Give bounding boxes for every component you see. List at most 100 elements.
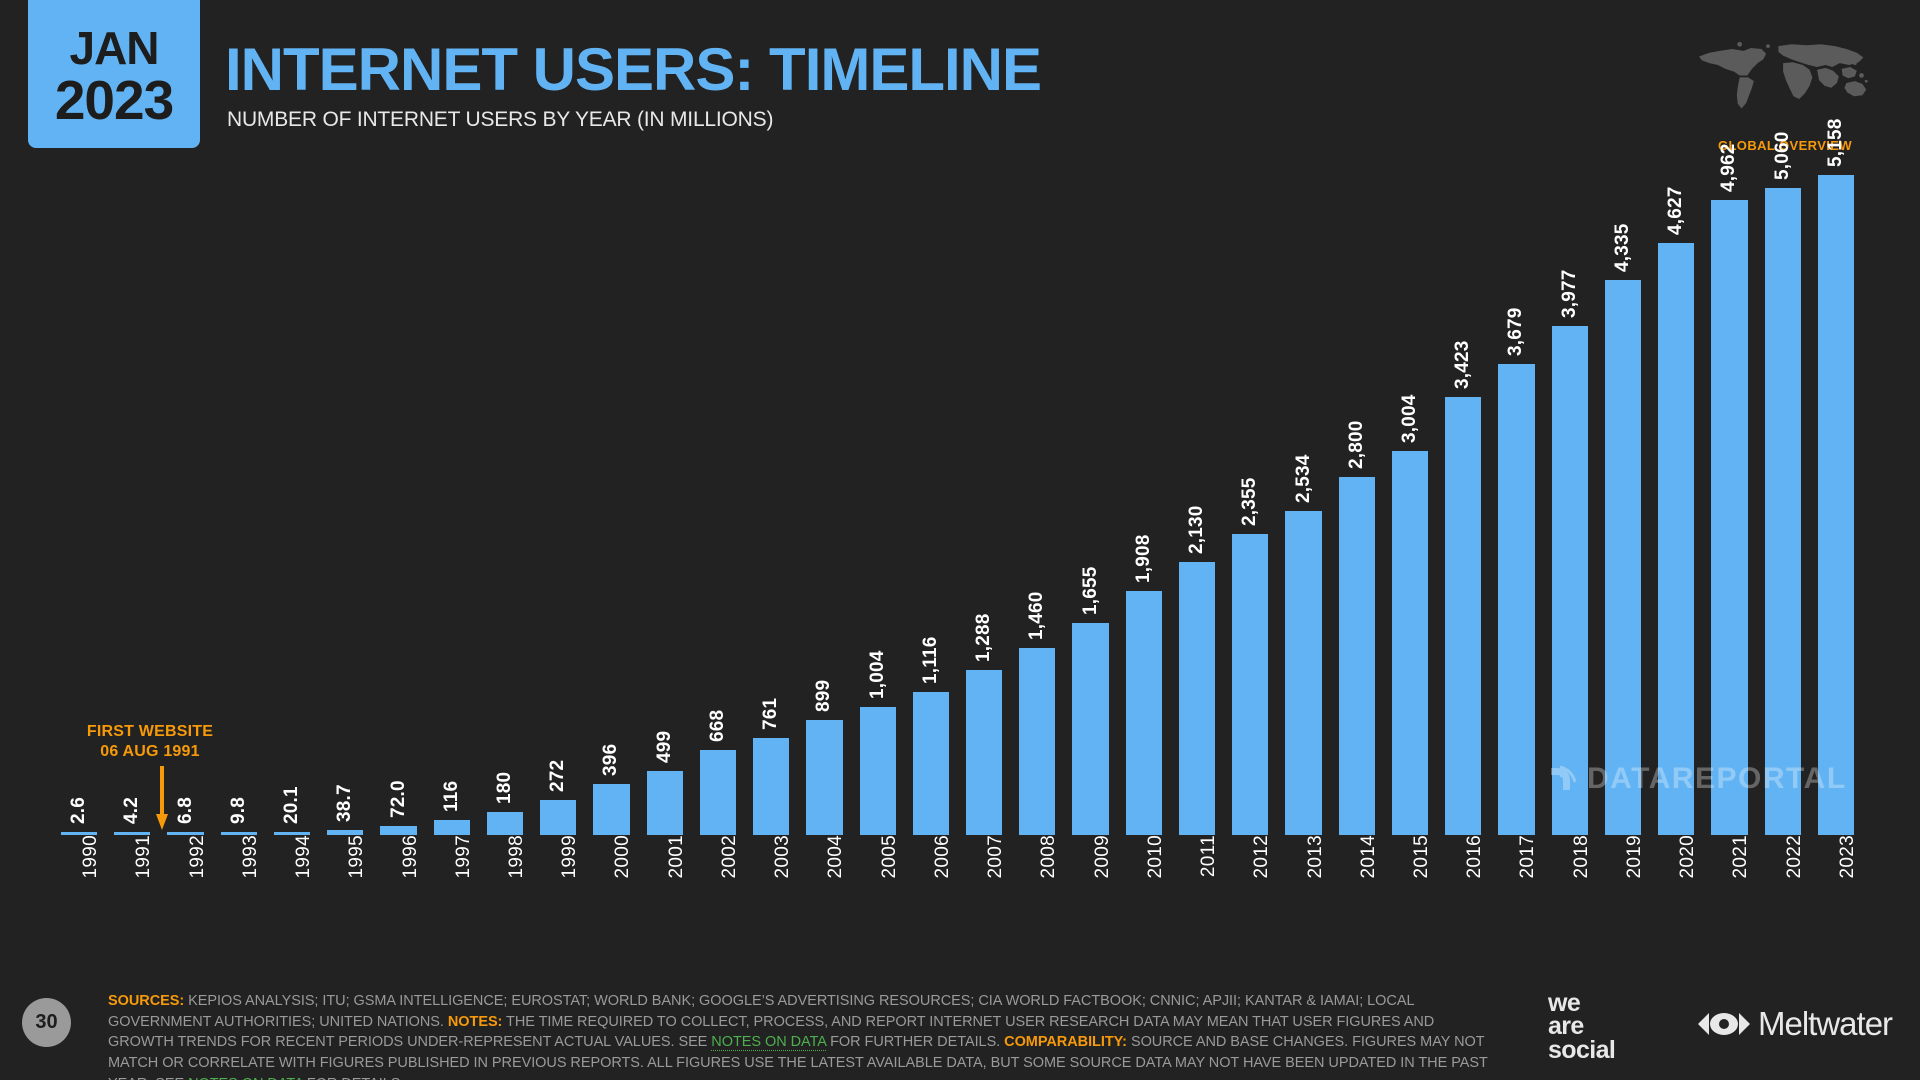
bar-1998[interactable]: 180 — [486, 772, 524, 835]
bar-value-1995: 38.7 — [334, 784, 356, 823]
x-axis-label-2021: 2021 — [1730, 835, 1752, 879]
bar-2022[interactable]: 5,060 — [1764, 131, 1801, 835]
x-axis-label-2018: 2018 — [1570, 835, 1592, 879]
x-axis-label-1995: 1995 — [346, 835, 368, 879]
bar-slot: 499 2001 — [639, 175, 692, 878]
x-axis-label-2001: 2001 — [665, 835, 687, 879]
badge-month: JAN — [69, 21, 159, 74]
x-axis-label-1991: 1991 — [133, 835, 155, 879]
bar-slot: 5,158 2023 — [1810, 118, 1863, 878]
x-axis-label-2011: 2011 — [1198, 835, 1220, 878]
bar-2015[interactable]: 3,004 — [1391, 394, 1429, 835]
bar-1996[interactable]: 72.0 — [380, 780, 417, 835]
bar-value-1990: 2.6 — [68, 796, 90, 824]
bar-value-2009: 1,655 — [1079, 566, 1101, 616]
world-map-icon — [1690, 32, 1880, 117]
bar-value-1992: 6.8 — [174, 796, 196, 824]
bar-2018[interactable]: 3,977 — [1551, 270, 1588, 835]
bar-slot: 899 2004 — [798, 175, 851, 878]
bar-value-2008: 1,460 — [1026, 591, 1048, 641]
was-line-3: social — [1548, 1035, 1616, 1064]
bar-value-2000: 396 — [600, 744, 622, 777]
annotation-arrow-icon — [156, 766, 168, 830]
bar-slot: 668 2002 — [692, 175, 745, 878]
first-website-annotation: FIRST WEBSITE 06 AUG 1991 — [45, 722, 255, 762]
bar-slot: 5,060 2022 — [1757, 131, 1810, 878]
annotation-line-2: 06 AUG 1991 — [100, 743, 200, 760]
notes-on-data-link-1[interactable]: NOTES ON DATA — [711, 1034, 826, 1052]
bar-2001[interactable]: 499 — [646, 731, 683, 835]
bar-value-2006: 1,116 — [919, 636, 941, 685]
bar-slot: 1,116 2006 — [905, 175, 958, 878]
notes-on-data-link-2[interactable]: NOTES ON DATA — [188, 1075, 303, 1080]
x-axis-label-1998: 1998 — [505, 835, 527, 879]
comparability-label: COMPARABILITY: — [1004, 1034, 1127, 1051]
x-axis-label-1996: 1996 — [399, 835, 421, 879]
bar-2020[interactable]: 4,627 — [1658, 186, 1695, 835]
bar-2007[interactable]: 1,288 — [966, 614, 1003, 835]
page-number-badge: 30 — [22, 998, 71, 1047]
x-axis-label-1999: 1999 — [559, 835, 581, 879]
bar-plot: 2.6 1990 4.2 1991 6.8 1992 9.8 1993 20.1 1994 38.7… — [53, 118, 1863, 878]
page-title: INTERNET USERS: TIMELINE — [225, 36, 1042, 103]
was-line-2: are — [1548, 1012, 1584, 1041]
x-axis-label-1994: 1994 — [293, 835, 315, 879]
x-axis-label-2022: 2022 — [1783, 835, 1805, 879]
bar-value-2010: 1,908 — [1132, 534, 1154, 583]
bar-slot: 272 1999 — [532, 175, 585, 878]
bar-value-2004: 899 — [813, 679, 835, 712]
bar-slot: 4,962 2021 — [1703, 144, 1756, 878]
bar-2021[interactable]: 4,962 — [1711, 144, 1748, 835]
bar-slot: 1,288 2007 — [958, 175, 1011, 878]
bar-2023[interactable]: 5,158 — [1817, 118, 1854, 835]
x-axis-label-2014: 2014 — [1357, 835, 1379, 879]
x-axis-label-1992: 1992 — [186, 835, 208, 879]
bar-slot: 4,335 2019 — [1597, 175, 1650, 878]
bar-2019[interactable]: 4,335 — [1604, 224, 1642, 835]
bar-slot: 2,534 2013 — [1277, 175, 1330, 878]
bar-2003[interactable]: 761 — [753, 697, 790, 835]
bar-2002[interactable]: 668 — [699, 709, 737, 835]
bar-slot: 1,655 2009 — [1064, 175, 1117, 878]
bar-2004[interactable]: 899 — [806, 680, 843, 835]
bar-2005[interactable]: 1,004 — [859, 650, 896, 835]
bar-1999[interactable]: 272 — [540, 760, 577, 835]
bar-value-1997: 116 — [440, 780, 462, 813]
bar-value-2015: 3,004 — [1398, 394, 1420, 443]
chart-area: 2.6 1990 4.2 1991 6.8 1992 9.8 1993 20.1 1994 38.7… — [0, 118, 1920, 940]
bar-value-2022: 5,060 — [1771, 131, 1793, 180]
bar-2012[interactable]: 2,355 — [1232, 477, 1269, 835]
bar-slot: 3,679 2017 — [1490, 175, 1543, 878]
bar-2011[interactable]: 2,130 — [1178, 506, 1216, 835]
bar-slot: 3,004 2015 — [1384, 175, 1437, 878]
x-axis-label-2010: 2010 — [1144, 835, 1166, 879]
x-axis-label-2019: 2019 — [1623, 835, 1645, 879]
notes-text-2: FOR FURTHER DETAILS. — [826, 1034, 1005, 1051]
bar-value-2013: 2,534 — [1292, 454, 1314, 503]
x-axis-label-2006: 2006 — [931, 835, 953, 879]
bar-2009[interactable]: 1,655 — [1072, 567, 1109, 835]
bar-value-2019: 4,335 — [1611, 223, 1633, 273]
x-axis-label-2002: 2002 — [718, 835, 740, 879]
bar-value-1998: 180 — [493, 771, 515, 804]
bar-2014[interactable]: 2,800 — [1338, 420, 1375, 835]
bar-2006[interactable]: 1,116 — [912, 637, 949, 835]
bar-2013[interactable]: 2,534 — [1285, 454, 1322, 835]
x-axis-label-2008: 2008 — [1038, 835, 1060, 879]
page-subtitle: NUMBER OF INTERNET USERS BY YEAR (IN MIL… — [227, 108, 774, 131]
x-axis-label-2015: 2015 — [1410, 835, 1432, 879]
bar-2010[interactable]: 1,908 — [1125, 534, 1162, 835]
x-axis-label-2007: 2007 — [985, 835, 1007, 879]
bar-value-2011: 2,130 — [1186, 505, 1208, 555]
bar-1997[interactable]: 116 — [433, 781, 470, 835]
bar-slot: 396 2000 — [585, 175, 638, 878]
bar-value-1991: 4.2 — [121, 796, 143, 824]
bar-slot: 1,460 2008 — [1011, 175, 1064, 878]
x-axis-label-2003: 2003 — [772, 835, 794, 879]
bar-2016[interactable]: 3,423 — [1445, 340, 1482, 835]
bar-2017[interactable]: 3,679 — [1498, 308, 1535, 835]
bar-slot: 20.1 1994 — [266, 175, 319, 878]
bar-2008[interactable]: 1,460 — [1019, 592, 1056, 835]
bar-2000[interactable]: 396 — [593, 744, 630, 835]
bar-value-1999: 272 — [547, 759, 569, 793]
